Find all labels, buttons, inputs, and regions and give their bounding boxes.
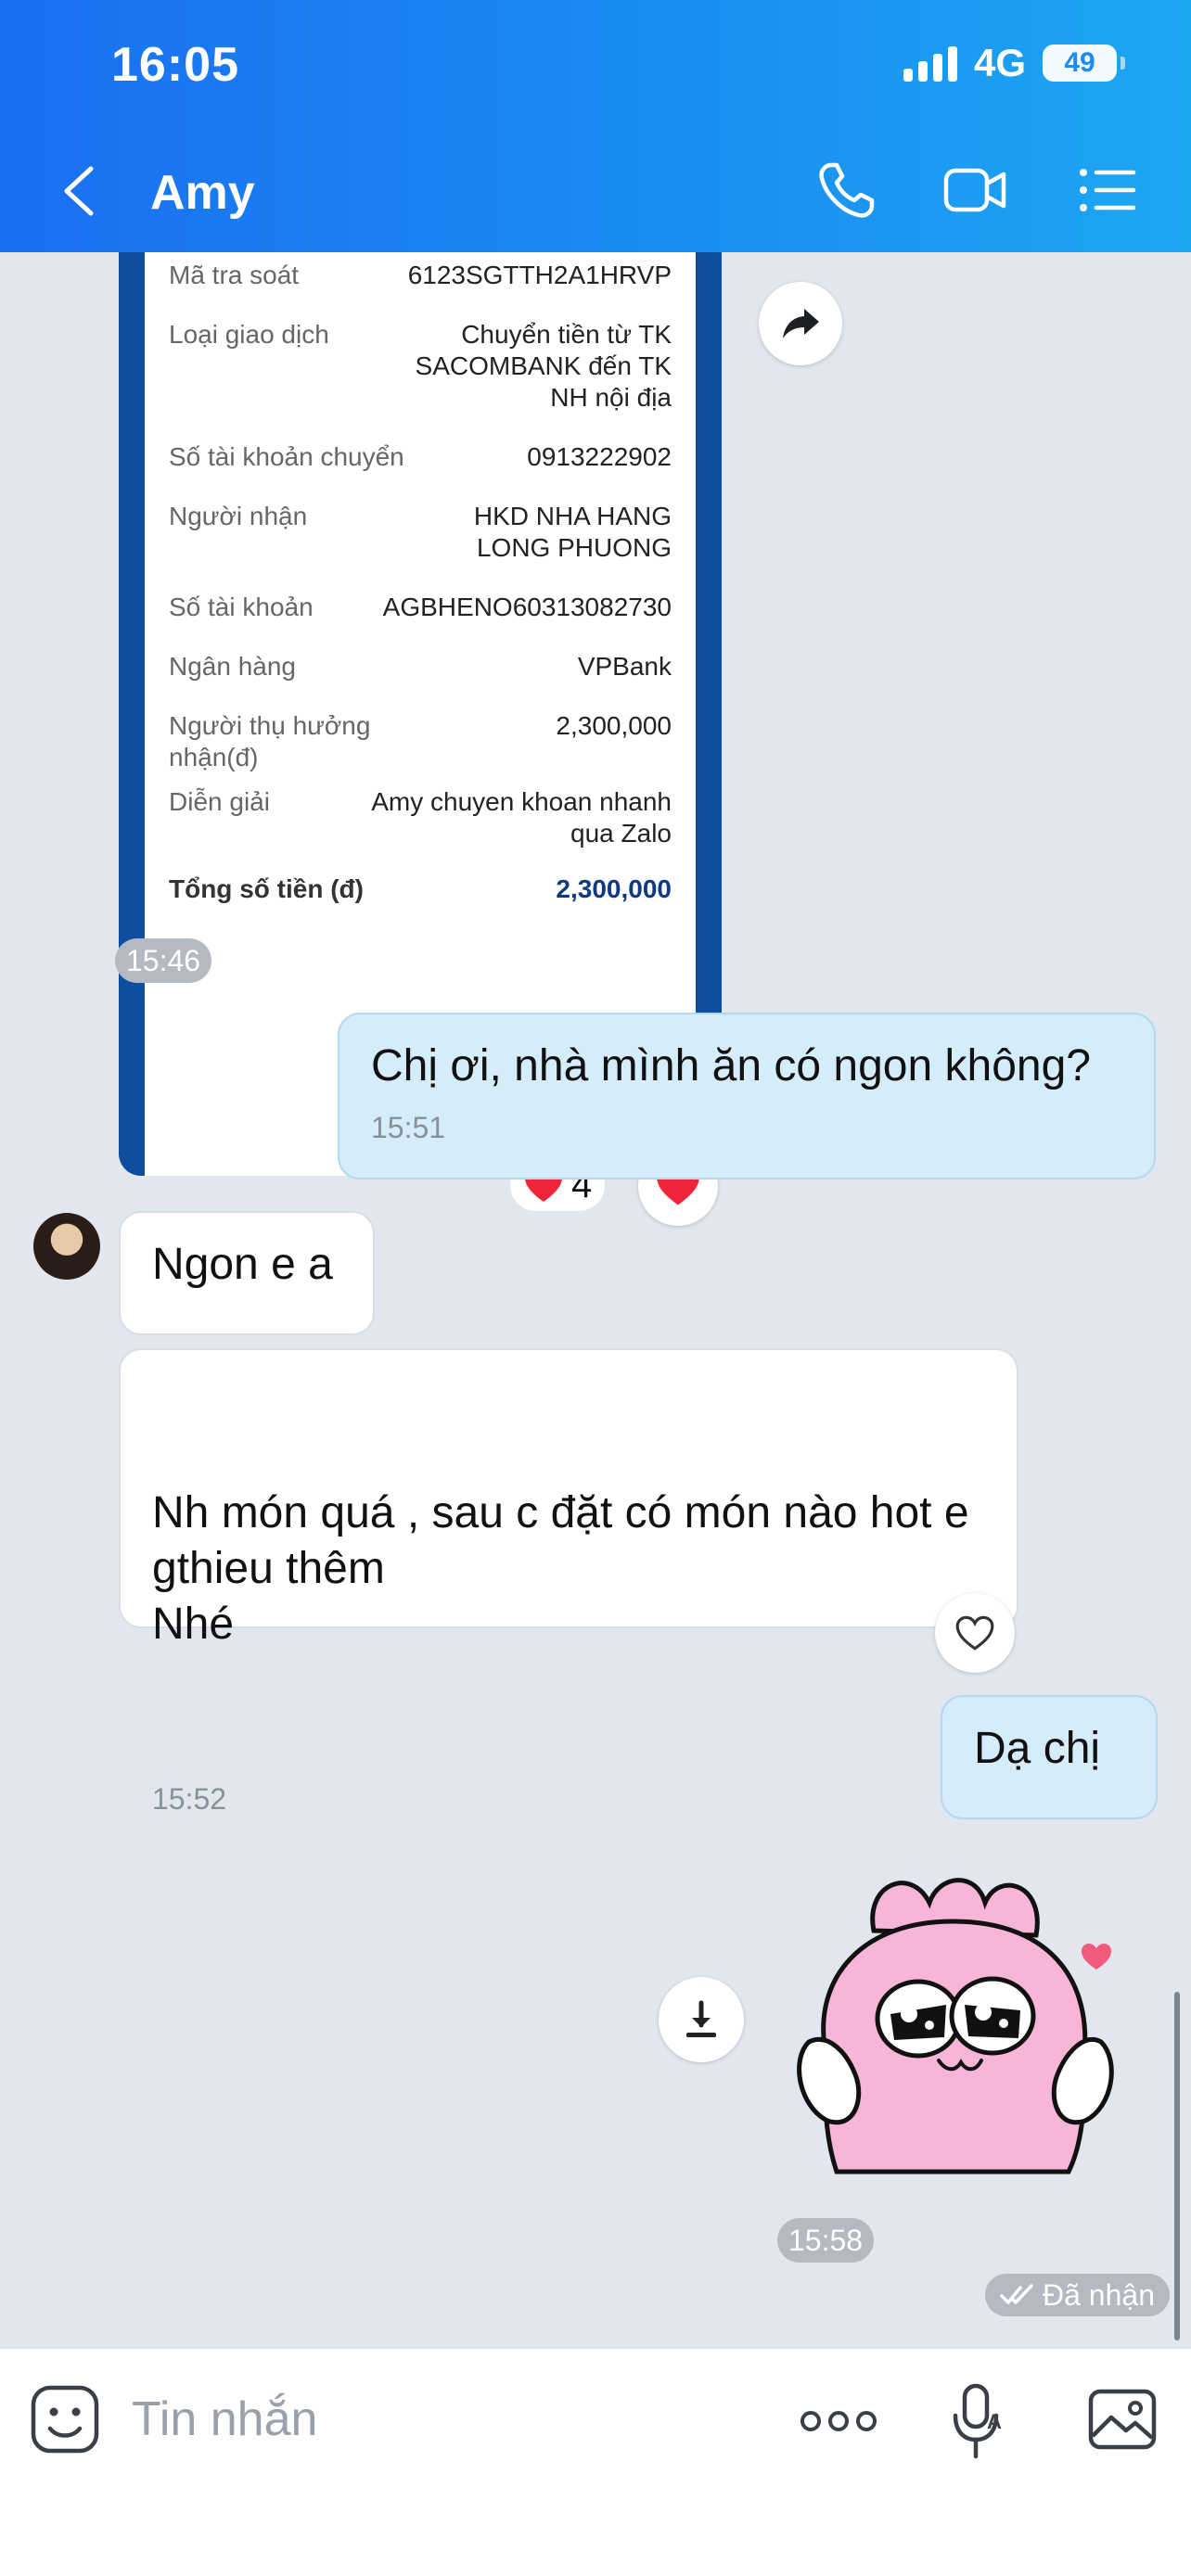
message-time: 15:46 [115, 938, 212, 983]
heart-outline-icon [955, 1615, 994, 1651]
avatar[interactable] [33, 1213, 100, 1280]
message-text: Ngon e a [152, 1240, 333, 1289]
receipt-row: Người thụ hưởng nhận(đ) 2,300,000 [169, 711, 672, 772]
contact-name[interactable]: Amy [150, 165, 255, 221]
message-input[interactable]: Tin nhắn [132, 2391, 317, 2447]
incoming-message[interactable]: Nh món quá , sau c đặt có món nào hot e … [119, 1348, 1018, 1816]
download-button[interactable] [659, 1977, 744, 2062]
receipt-row: Ngân hàng VPBank [169, 652, 672, 681]
status-time: 16:05 [111, 38, 239, 92]
image-icon[interactable] [1085, 2382, 1159, 2456]
emoji-icon[interactable] [26, 2380, 104, 2458]
sticker-image[interactable] [790, 1866, 1143, 2181]
menu-icon[interactable] [1076, 158, 1141, 223]
more-icon[interactable] [800, 2386, 877, 2456]
phone-icon[interactable] [814, 158, 879, 223]
receipt-row: Số tài khoản chuyển 0913222902 [169, 442, 672, 471]
receipt-row: Diễn giải Amy chuyen khoan nhanh qua Zal… [169, 787, 672, 848]
message-text: Chị ơi, nhà mình ăn có ngon không? [371, 1041, 1091, 1090]
battery-icon: 49 [1043, 45, 1125, 82]
chat-header: 16:05 4G 49 Amy [0, 0, 1191, 252]
forward-icon [783, 309, 819, 338]
receipt-row: Loại giao dịch Chuyển tiền từ TK SACOMBA… [169, 320, 672, 412]
message-text: Dạ chị [974, 1724, 1101, 1773]
scrollbar[interactable] [1174, 1992, 1180, 2340]
message-text: Nh món quá , sau c đặt có món nào hot e … [152, 1488, 969, 1649]
receipt-row: Số tài khoản AGBHENO60313082730 [169, 593, 672, 621]
voice-icon[interactable]: A [950, 2380, 1005, 2464]
download-icon [686, 2000, 716, 2037]
outgoing-message[interactable]: Chị ơi, nhà mình ăn có ngon không? 15:51 [338, 1013, 1156, 1180]
signal-icon [903, 45, 957, 82]
forward-button[interactable] [759, 282, 842, 365]
message-time: 15:52 [152, 1782, 227, 1816]
double-check-icon [1000, 2284, 1033, 2304]
network-type: 4G [973, 41, 1026, 84]
receipt-row: Mã tra soát 6123SGTTH2A1HRVP [169, 261, 672, 289]
react-heart-button[interactable] [935, 1593, 1015, 1673]
receipt-row: Người nhận HKD NHA HANG LONG PHUONG [169, 502, 672, 562]
receipt-total-row: Tổng số tiền (đ) 2,300,000 [169, 874, 672, 903]
message-time: 15:51 [371, 1111, 446, 1144]
svg-text:A: A [987, 2410, 1002, 2433]
outgoing-message[interactable]: Dạ chị [941, 1695, 1158, 1819]
message-composer: Tin nhắn A [0, 2348, 1191, 2576]
incoming-message[interactable]: Ngon e a [119, 1211, 375, 1335]
video-icon[interactable] [942, 158, 1007, 223]
delivery-status-text: Đã nhận [1043, 2278, 1155, 2312]
message-time: 15:58 [777, 2218, 875, 2263]
status-indicators: 4G 49 [903, 41, 1125, 85]
delivery-status: Đã nhận [985, 2274, 1170, 2316]
back-icon[interactable] [56, 163, 102, 219]
chat-area[interactable]: Mã tra soát 6123SGTTH2A1HRVP Loại giao d… [0, 252, 1191, 2348]
